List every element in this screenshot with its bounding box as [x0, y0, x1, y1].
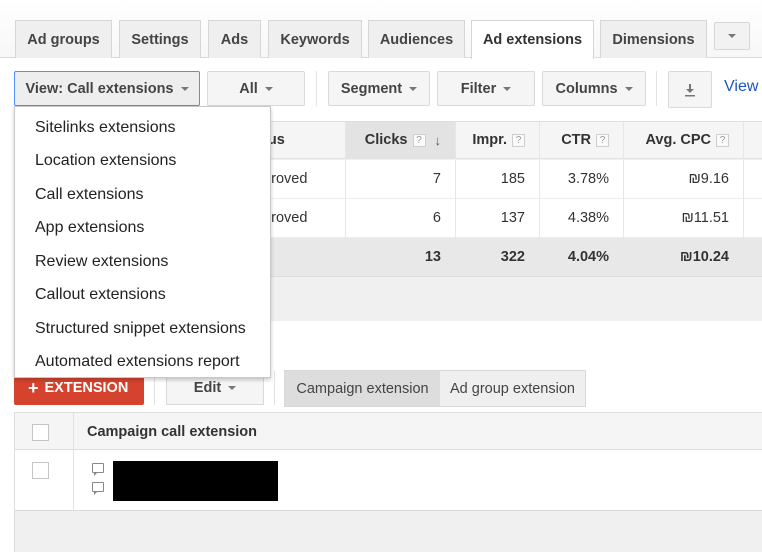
filter-dropdown-button[interactable]: Filter	[437, 71, 535, 106]
total-clicks: 13	[424, 249, 441, 265]
sort-descending-icon: ↓	[434, 132, 442, 148]
chevron-down-icon	[264, 86, 273, 91]
clicks-cell: 6	[432, 210, 441, 226]
download-icon	[685, 83, 695, 96]
toggle-label: Ad group extension	[450, 380, 575, 397]
all-dropdown-button[interactable]: All	[207, 71, 305, 106]
tab-keywords[interactable]: Keywords	[268, 20, 362, 58]
tab-label: Settings	[131, 31, 189, 48]
menu-item-sitelinks-extensions[interactable]: Sitelinks extensions	[15, 111, 270, 145]
chevron-down-icon	[728, 34, 736, 38]
menu-item-app-extensions[interactable]: App extensions	[15, 212, 270, 246]
menu-item-location-extensions[interactable]: Location extensions	[15, 145, 270, 179]
tab-ad-extensions[interactable]: Ad extensions	[471, 20, 594, 59]
columns-dropdown-button[interactable]: Columns	[542, 71, 646, 106]
clicks-cell: 7	[432, 171, 441, 187]
tab-label: Dimensions	[612, 31, 695, 48]
help-icon[interactable]: ?	[512, 133, 525, 147]
ctr-cell: 4.38%	[567, 210, 609, 226]
total-avg-cpc: ₪10.24	[679, 249, 729, 265]
chevron-down-icon	[409, 86, 418, 91]
table-row	[15, 450, 762, 511]
view-dropdown-button[interactable]: View: Call extensions	[14, 71, 200, 106]
columns-dropdown-label: Columns	[555, 80, 618, 97]
column-header-clicks[interactable]: Clicks ? ↓	[345, 122, 455, 158]
chevron-down-icon	[180, 86, 189, 91]
tab-ad-groups[interactable]: Ad groups	[15, 20, 112, 58]
column-header-label: Avg. CPC	[645, 132, 711, 148]
ctr-cell: 3.78%	[567, 171, 609, 187]
tab-label: Ad extensions	[482, 32, 583, 48]
tab-bar: Ad groups Settings Ads Keywords Audience…	[0, 0, 762, 59]
edit-dropdown-label: Edit	[193, 379, 222, 396]
tab-label: Ad groups	[27, 31, 100, 48]
filter-dropdown-label: Filter	[460, 80, 497, 97]
toolbar-divider	[316, 71, 317, 106]
select-all-checkbox[interactable]	[32, 424, 49, 441]
call-extension-table-header: Campaign call extension	[15, 412, 762, 450]
chevron-down-icon	[503, 86, 512, 91]
view-dropdown-menu: Sitelinks extensions Location extensions…	[14, 106, 271, 378]
menu-item-callout-extensions[interactable]: Callout extensions	[15, 279, 270, 313]
column-divider	[73, 413, 74, 449]
call-extension-table: Campaign call extension	[14, 412, 762, 552]
impr-cell: 185	[500, 171, 525, 187]
add-extension-label: EXTENSION	[44, 380, 129, 396]
toggle-label: Campaign extension	[296, 380, 429, 397]
tab-ads[interactable]: Ads	[208, 20, 261, 58]
avg-cpc-cell: ₪11.51	[681, 210, 729, 226]
column-header-label: Clicks	[364, 132, 408, 148]
column-divider	[743, 122, 744, 158]
avg-cpc-cell: ₪9.16	[688, 171, 729, 187]
menu-item-structured-snippet-extensions[interactable]: Structured snippet extensions	[15, 312, 270, 346]
row-checkbox[interactable]	[32, 462, 49, 479]
segment-dropdown-button[interactable]: Segment	[328, 71, 430, 106]
plus-icon: +	[28, 378, 39, 398]
comment-icon[interactable]	[92, 482, 104, 495]
extension-level-toggle: Campaign extension Ad group extension	[284, 370, 586, 407]
menu-item-review-extensions[interactable]: Review extensions	[15, 245, 270, 279]
help-icon[interactable]: ?	[412, 133, 426, 147]
tab-label: Keywords	[280, 31, 350, 48]
comment-icon[interactable]	[92, 463, 104, 476]
toolbar-divider	[656, 71, 657, 106]
chevron-down-icon	[624, 86, 633, 91]
column-header-label: CTR	[561, 132, 591, 148]
ad-group-extension-toggle[interactable]: Ad group extension	[440, 371, 585, 406]
column-header-ctr[interactable]: CTR ?	[539, 122, 623, 158]
tab-audiences[interactable]: Audiences	[368, 20, 465, 58]
download-button[interactable]	[668, 71, 712, 108]
view-link[interactable]: View	[724, 78, 758, 96]
tab-more-button[interactable]	[714, 22, 750, 50]
menu-item-automated-extensions-report[interactable]: Automated extensions report	[15, 346, 270, 380]
column-header-label: Impr.	[472, 132, 507, 148]
segment-dropdown-label: Segment	[340, 80, 403, 97]
impr-cell: 137	[500, 210, 525, 226]
chevron-down-icon	[228, 385, 237, 390]
column-header-avg-cpc[interactable]: Avg. CPC ?	[623, 122, 743, 158]
column-divider	[743, 160, 744, 198]
tab-label: Ads	[220, 31, 249, 48]
toolbar-divider	[274, 371, 275, 405]
redacted-call-extension	[113, 461, 278, 501]
help-icon[interactable]: ?	[596, 133, 609, 147]
tab-label: Audiences	[379, 31, 454, 48]
total-ctr: 4.04%	[567, 249, 609, 265]
column-divider	[743, 199, 744, 237]
tab-dimensions[interactable]: Dimensions	[600, 20, 707, 58]
total-impr: 322	[500, 249, 525, 265]
menu-item-call-extensions[interactable]: Call extensions	[15, 178, 270, 212]
tab-settings[interactable]: Settings	[119, 20, 201, 58]
help-icon[interactable]: ?	[716, 133, 729, 147]
view-dropdown-label: View: Call extensions	[25, 80, 174, 97]
campaign-extension-toggle[interactable]: Campaign extension	[285, 371, 440, 406]
column-header-campaign-call-extension[interactable]: Campaign call extension	[87, 413, 257, 451]
column-divider	[73, 450, 74, 510]
all-dropdown-label: All	[239, 80, 258, 97]
column-header-impr[interactable]: Impr. ?	[455, 122, 539, 158]
